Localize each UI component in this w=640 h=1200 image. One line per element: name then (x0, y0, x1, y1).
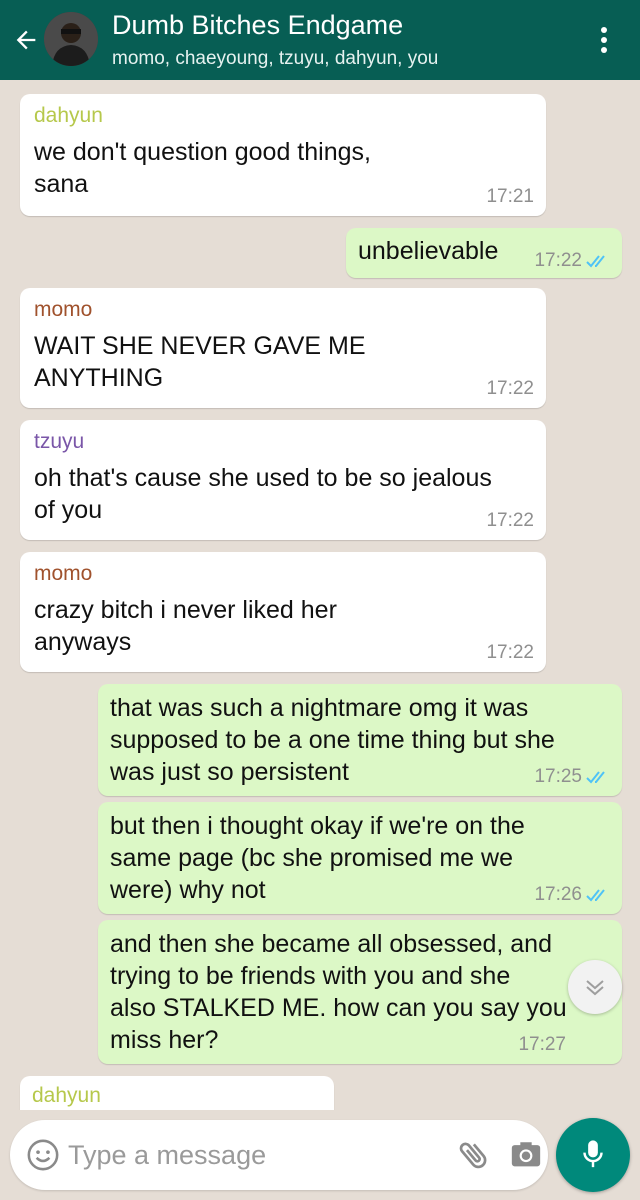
message-text: crazy bitch i never liked her anyways (34, 596, 337, 656)
scroll-down-icon (586, 980, 604, 996)
message-time: 17:22 (534, 250, 610, 272)
message-outgoing[interactable]: unbelievable 17:22 (346, 228, 622, 278)
message-time: 17:22 (486, 378, 534, 399)
sender-name: dahyun (32, 1084, 101, 1107)
sender-name: dahyun (34, 104, 103, 127)
emoji-icon[interactable] (26, 1138, 60, 1172)
message-outgoing[interactable]: that was such a nightmare omg it was sup… (98, 684, 622, 796)
message-time: 17:25 (534, 766, 610, 788)
message-list[interactable]: dahyun we don't question good things, sa… (0, 80, 640, 1110)
message-outgoing[interactable]: but then i thought okay if we're on the … (98, 802, 622, 914)
message-time: 17:21 (486, 186, 534, 207)
scroll-down-button[interactable] (568, 960, 622, 1014)
more-options-icon[interactable] (592, 24, 616, 58)
chat-header: Dumb Bitches Endgame momo, chaeyoung, tz… (0, 0, 640, 80)
sender-name: tzuyu (34, 430, 85, 453)
mic-icon (583, 1140, 603, 1168)
read-ticks-icon (586, 255, 605, 268)
attach-icon[interactable] (456, 1136, 492, 1174)
message-incoming[interactable]: momo WAIT SHE NEVER GAVE ME ANYTHING 17:… (20, 288, 546, 408)
read-ticks-icon (586, 889, 605, 902)
message-incoming[interactable]: dahyun we don't question good things, sa… (20, 94, 546, 216)
message-incoming[interactable]: dahyun (20, 1076, 334, 1110)
message-text: oh that's cause she used to be so jealou… (34, 464, 492, 524)
message-text: WAIT SHE NEVER GAVE ME ANYTHING (34, 332, 366, 392)
message-time: 17:27 (518, 1034, 566, 1055)
chat-title[interactable]: Dumb Bitches Endgame (112, 10, 403, 41)
message-outgoing[interactable]: and then she became all obsessed, and tr… (98, 920, 622, 1064)
message-text: we don't question good things, sana (34, 138, 371, 198)
sender-name: momo (34, 562, 93, 585)
message-composer (10, 1120, 548, 1190)
message-time: 17:22 (486, 510, 534, 531)
message-time: 17:22 (486, 642, 534, 663)
camera-icon[interactable] (508, 1138, 544, 1172)
message-incoming[interactable]: tzuyu oh that's cause she used to be so … (20, 420, 546, 540)
message-incoming[interactable]: momo crazy bitch i never liked her anywa… (20, 552, 546, 672)
back-arrow-icon[interactable] (12, 26, 40, 54)
chat-participants[interactable]: momo, chaeyoung, tzuyu, dahyun, you (112, 48, 438, 70)
read-ticks-icon (586, 771, 605, 784)
message-time: 17:26 (534, 884, 610, 906)
mic-button[interactable] (556, 1118, 630, 1192)
message-input[interactable] (68, 1134, 428, 1176)
sender-name: momo (34, 298, 93, 321)
group-avatar[interactable] (44, 12, 98, 66)
